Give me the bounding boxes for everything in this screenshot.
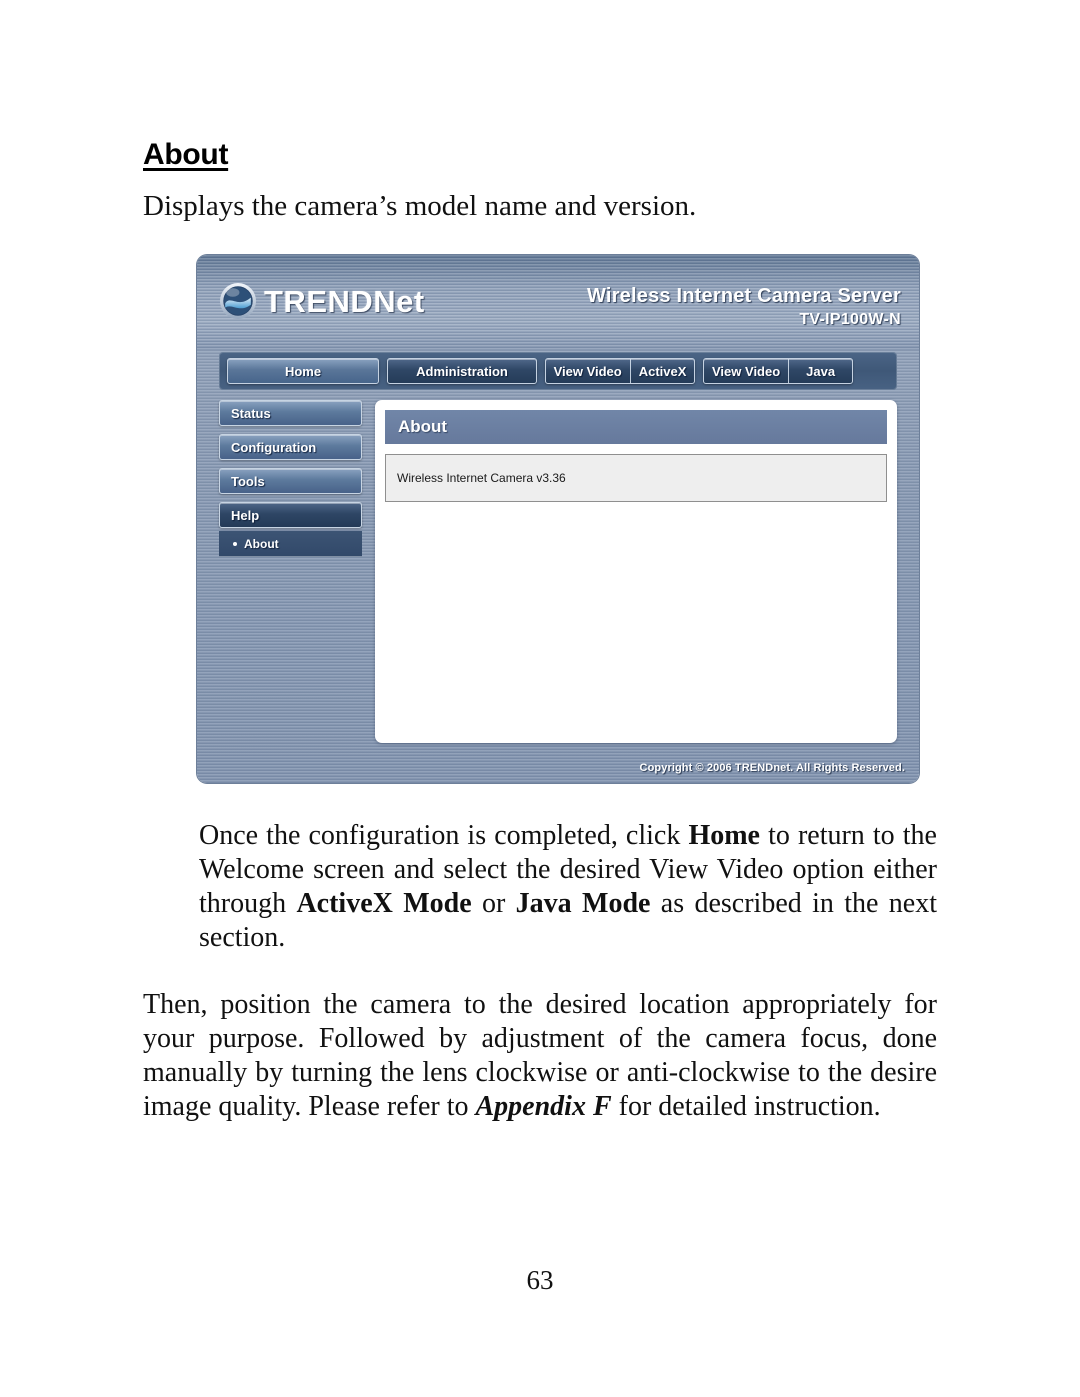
- p1-text-1: Once the configuration is completed, cli…: [199, 820, 689, 851]
- main-navigation-bar: Home Administration View Video ActiveX V…: [219, 352, 897, 390]
- panel-body: Wireless Internet Camera v3.36: [385, 444, 887, 502]
- body-paragraph-2: Then, position the camera to the desired…: [143, 988, 937, 1124]
- nav-view-video-label-1: View Video: [553, 363, 622, 379]
- panel-title-about: About: [385, 410, 887, 444]
- p2-text-2: for detailed instruction.: [611, 1091, 881, 1122]
- sidebar-menu: Status Configuration Tools Help About: [219, 400, 362, 565]
- ui-header-bar: TRENDNet Wireless Internet Camera Server…: [197, 255, 919, 350]
- nav-administration-button[interactable]: Administration: [387, 358, 537, 384]
- document-page: About Displays the camera’s model name a…: [0, 0, 1080, 1397]
- p1-bold-java-mode: Java Mode: [515, 888, 651, 919]
- p1-bold-home: Home: [688, 820, 760, 851]
- page-number: 63: [526, 1265, 554, 1295]
- nav-java-label: Java: [788, 359, 852, 383]
- nav-home-button[interactable]: Home: [227, 358, 379, 384]
- product-title: Wireless Internet Camera Server: [587, 285, 901, 307]
- sidebar-item-help[interactable]: Help: [219, 502, 362, 528]
- product-model: TV-IP100W-N: [799, 311, 901, 328]
- product-identity: Wireless Internet Camera Server TV-IP100…: [587, 285, 901, 329]
- brand-logo: TRENDNet: [219, 282, 425, 320]
- sidebar-item-status[interactable]: Status: [219, 400, 362, 426]
- p1-bold-activex-mode: ActiveX Mode: [296, 888, 472, 919]
- nav-view-video-label-2: View Video: [712, 363, 781, 379]
- sidebar-item-tools[interactable]: Tools: [219, 468, 362, 494]
- bullet-dot-icon: [233, 541, 237, 546]
- page-title: About: [143, 138, 229, 171]
- trendnet-globe-icon: [219, 282, 257, 320]
- p1-text-3: or: [471, 888, 516, 919]
- firmware-version-readout: Wireless Internet Camera v3.36: [385, 454, 887, 502]
- nav-activex-label: ActiveX: [629, 359, 695, 383]
- content-card: About Wireless Internet Camera v3.36: [375, 400, 897, 743]
- intro-paragraph: Displays the camera’s model name and ver…: [143, 190, 697, 222]
- nav-view-video-java-button[interactable]: View Video Java: [703, 358, 853, 384]
- sidebar-item-configuration[interactable]: Configuration: [219, 434, 362, 460]
- nav-view-video-activex-button[interactable]: View Video ActiveX: [545, 358, 695, 384]
- camera-web-ui-screenshot: TRENDNet Wireless Internet Camera Server…: [197, 255, 919, 783]
- sidebar-subitem-about[interactable]: About: [219, 531, 362, 557]
- brand-name: TRENDNet: [264, 286, 425, 317]
- sidebar-subitem-about-label: About: [244, 536, 279, 551]
- brand-name-upper: TRENDN: [264, 283, 397, 319]
- copyright-notice: Copyright © 2006 TRENDnet. All Rights Re…: [639, 762, 905, 774]
- brand-name-lower: et: [396, 283, 425, 319]
- p2-italic-appendix-f: Appendix F: [475, 1091, 612, 1122]
- body-paragraph-1: Once the configuration is completed, cli…: [199, 819, 937, 955]
